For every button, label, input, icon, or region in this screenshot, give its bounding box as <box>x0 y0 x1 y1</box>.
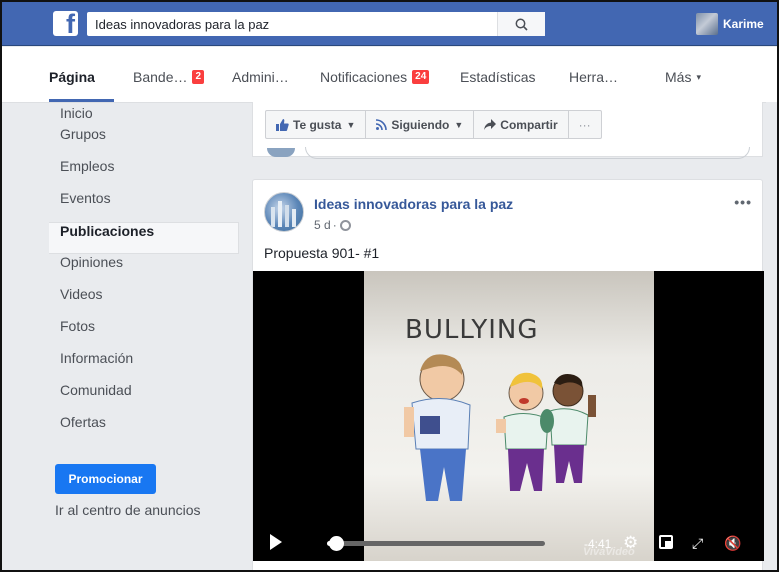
tab-label: Herra… <box>569 69 619 85</box>
tab-notificaciones[interactable]: Notificaciones 24 <box>320 69 430 85</box>
chevron-down-icon: ▼ <box>454 119 464 130</box>
video-controls: VivaVideo -4:41 ⚙ ⤢ 🔇 <box>253 525 764 561</box>
facebook-logo-icon[interactable]: f <box>53 11 78 36</box>
tab-bandeja[interactable]: Bande… 2 <box>133 69 205 85</box>
sidebar-item-inicio[interactable]: Inicio <box>49 102 239 126</box>
search-input[interactable] <box>87 12 497 36</box>
page-tabs-bar: Página Bande… 2 Admini… Notificaciones 2… <box>2 47 777 103</box>
post-time[interactable]: 5 d <box>314 218 331 232</box>
composer-avatar <box>267 148 295 157</box>
fullscreen-icon[interactable]: ⤢ <box>692 533 703 553</box>
sidebar-item-fotos[interactable]: Fotos <box>49 318 239 350</box>
page-avatar-image <box>271 201 296 227</box>
post-author-link[interactable]: Ideas innovadoras para la paz <box>314 196 513 212</box>
sidebar-item-opiniones[interactable]: Opiniones <box>49 254 239 286</box>
search-button[interactable] <box>497 12 545 36</box>
thumbs-up-icon <box>276 118 289 131</box>
avatar <box>696 13 718 35</box>
tab-herramientas[interactable]: Herra… <box>569 69 618 85</box>
browser-viewport: f Karime Página Bande… 2 Admini… <box>0 0 779 572</box>
sidebar-item-grupos[interactable]: Grupos <box>49 126 239 158</box>
profile-link[interactable]: Karime <box>696 12 764 36</box>
tab-estadisticas[interactable]: Estadísticas <box>460 69 535 85</box>
tab-administrar[interactable]: Admini… <box>232 69 289 85</box>
play-icon[interactable] <box>270 534 282 550</box>
sidebar-item-informacion[interactable]: Información <box>49 350 239 382</box>
post-options-button[interactable]: ••• <box>734 194 752 210</box>
sidebar-item-eventos[interactable]: Eventos <box>49 190 239 222</box>
sidebar-item-publicaciones[interactable]: Publicaciones <box>49 222 239 254</box>
tab-mas[interactable]: Más ▾ <box>665 69 701 85</box>
meta-separator: · <box>332 218 337 232</box>
tab-label: Estadísticas <box>460 69 536 85</box>
notification-badge: 24 <box>412 70 430 84</box>
page-scroll-gutter <box>766 102 777 570</box>
post-card: Ideas innovadoras para la paz 5 d · ••• … <box>252 179 764 570</box>
chevron-down-icon: ▼ <box>346 119 356 130</box>
logo-letter: f <box>66 11 75 36</box>
post-text: Propuesta 901- #1 <box>264 245 380 261</box>
video-progress-bar[interactable] <box>327 536 545 551</box>
chevron-down-icon: ▾ <box>696 71 701 82</box>
notification-badge: 2 <box>192 70 205 84</box>
tab-label: Bande… <box>133 69 188 85</box>
post-meta: 5 d · <box>314 218 351 232</box>
share-label: Compartir <box>500 117 558 132</box>
globe-icon <box>339 219 351 231</box>
video-frame: BULLYING <box>364 271 654 561</box>
tab-label: Página <box>49 69 95 85</box>
video-illustration <box>404 354 596 501</box>
promote-button[interactable]: Promocionar <box>55 464 156 494</box>
user-name: Karime <box>723 17 764 31</box>
ad-center-link[interactable]: Ir al centro de anuncios <box>55 502 201 518</box>
tab-pagina[interactable]: Página <box>49 69 95 85</box>
video-time-remaining: -4:41 <box>584 537 612 551</box>
sidebar-item-empleos[interactable]: Empleos <box>49 158 239 190</box>
composer-input[interactable] <box>305 147 750 159</box>
sidebar-item-comunidad[interactable]: Comunidad <box>49 382 239 414</box>
search-icon <box>515 18 528 31</box>
tab-label: Admini… <box>232 69 289 85</box>
gear-icon[interactable]: ⚙ <box>623 533 638 553</box>
following-label: Siguiendo <box>391 117 450 132</box>
like-button[interactable]: Te gusta ▼ <box>266 111 367 138</box>
more-dots-icon: ··· <box>578 117 591 132</box>
sidebar-item-videos[interactable]: Videos <box>49 286 239 318</box>
sidebar-item-ofertas[interactable]: Ofertas <box>49 414 239 446</box>
action-button-group: Te gusta ▼ Siguiendo ▼ Compartir ··· <box>265 110 602 139</box>
page-avatar[interactable] <box>264 192 304 232</box>
tab-label: Más <box>665 69 692 85</box>
facebook-top-bar: f Karime <box>2 2 777 46</box>
rss-icon <box>376 119 388 130</box>
following-button[interactable]: Siguiendo ▼ <box>366 111 475 138</box>
mute-icon[interactable]: 🔇 <box>724 533 741 553</box>
page-actions-bar: Te gusta ▼ Siguiendo ▼ Compartir ··· <box>252 102 763 159</box>
more-actions-button[interactable]: ··· <box>569 111 601 138</box>
share-button[interactable]: Compartir <box>474 111 569 138</box>
share-arrow-icon <box>484 119 497 130</box>
video-player[interactable]: BULLYING VivaVideo -4:41 ⚙ ⤢ 🔇 <box>253 271 764 561</box>
like-label: Te gusta <box>293 117 342 132</box>
video-scrubber-handle[interactable] <box>328 536 344 551</box>
tab-label: Notificaciones <box>320 69 408 85</box>
page-sidebar: Inicio Grupos Empleos Eventos Publicacio… <box>49 102 239 446</box>
picture-in-picture-icon[interactable] <box>659 535 673 549</box>
search-box <box>87 12 545 36</box>
